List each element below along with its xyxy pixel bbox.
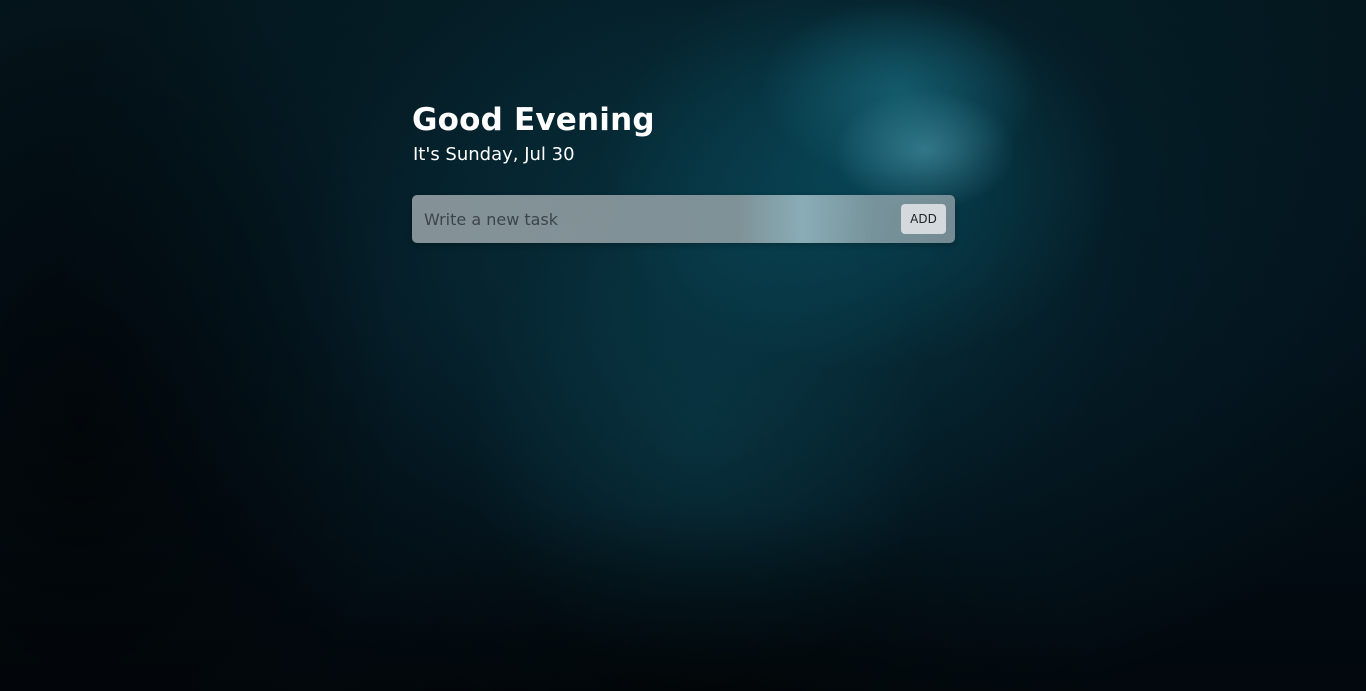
current-date: It's Sunday, Jul 30	[413, 144, 575, 165]
new-task-form: ADD	[412, 195, 955, 243]
add-task-button[interactable]: ADD	[901, 204, 946, 234]
greeting-title: Good Evening	[412, 102, 655, 138]
new-task-input[interactable]	[412, 195, 882, 243]
todo-app: Good Evening It's Sunday, Jul 30 ADD	[412, 100, 955, 243]
